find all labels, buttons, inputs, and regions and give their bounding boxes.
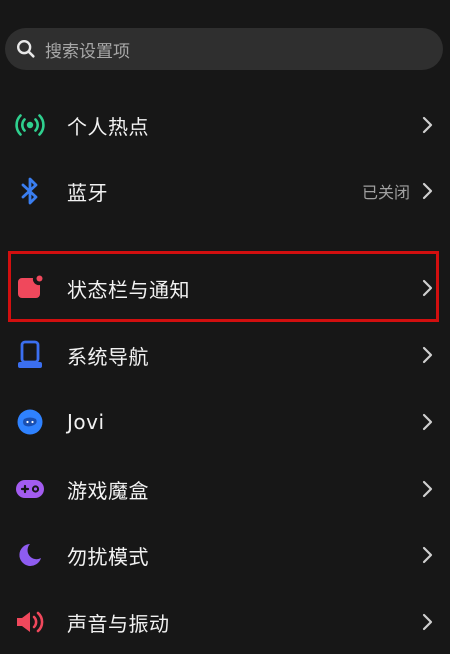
settings-item-label: 游戏魔盒	[67, 478, 149, 503]
settings-item-label: 声音与振动	[67, 611, 170, 636]
chevron-right-icon	[422, 480, 433, 498]
search-bar[interactable]: 搜索设置项	[5, 28, 443, 70]
navigation-icon	[14, 339, 46, 371]
settings-item-hotspot[interactable]: 个人热点	[0, 92, 450, 158]
settings-item-do-not-disturb[interactable]: 勿扰模式	[0, 522, 450, 588]
speaker-icon	[14, 606, 46, 638]
jovi-icon	[14, 406, 46, 438]
bluetooth-status: 已关闭	[361, 183, 410, 202]
chevron-right-icon	[422, 413, 433, 431]
search-placeholder: 搜索设置项	[45, 41, 130, 62]
highlight-box	[8, 251, 439, 322]
settings-item-label: 蓝牙	[67, 180, 108, 205]
gamepad-icon	[14, 473, 46, 505]
chevron-right-icon	[422, 613, 433, 631]
settings-item-label: 勿扰模式	[67, 544, 149, 569]
settings-item-label: 个人热点	[67, 114, 149, 139]
settings-item-game-box[interactable]: 游戏魔盒	[0, 456, 450, 522]
chevron-right-icon	[422, 546, 433, 564]
settings-item-bluetooth[interactable]: 蓝牙 已关闭	[0, 158, 450, 224]
chevron-right-icon	[422, 346, 433, 364]
settings-item-label: 系统导航	[67, 344, 149, 369]
chevron-right-icon	[422, 182, 433, 200]
settings-item-label: Jovi	[67, 410, 105, 434]
chevron-right-icon	[422, 116, 433, 134]
search-icon	[17, 40, 35, 58]
settings-item-system-navigation[interactable]: 系统导航	[0, 322, 450, 388]
settings-item-sound-vibration[interactable]: 声音与振动	[0, 589, 450, 654]
bluetooth-icon	[14, 175, 46, 207]
settings-item-jovi[interactable]: Jovi	[0, 389, 450, 455]
hotspot-icon	[14, 109, 46, 141]
moon-icon	[14, 539, 46, 571]
